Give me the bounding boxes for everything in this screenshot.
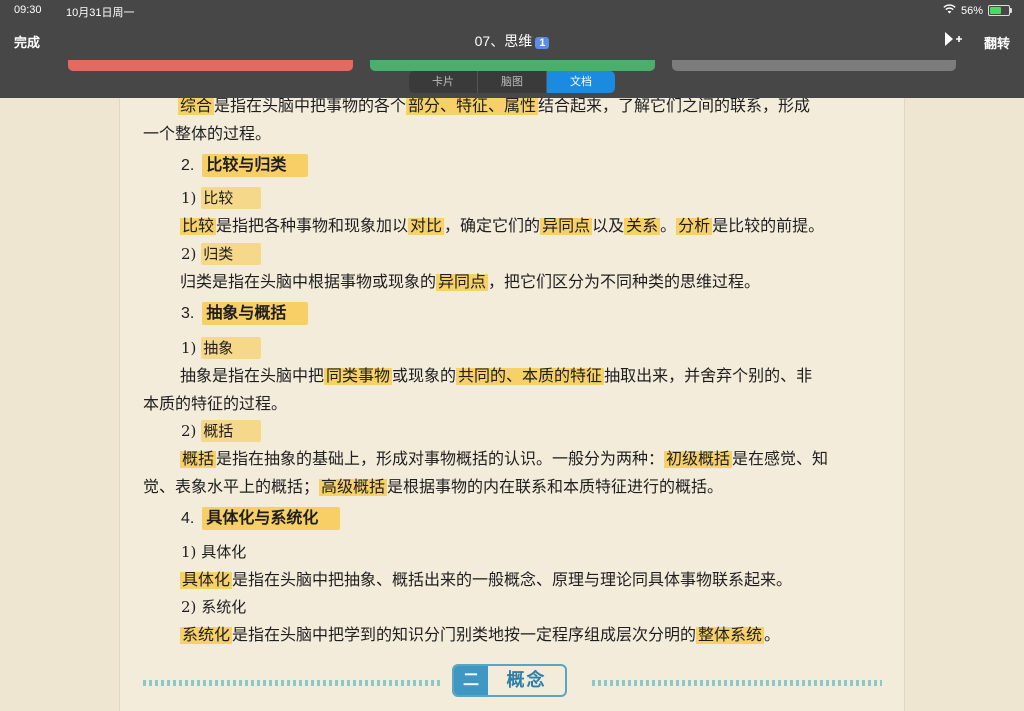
sub-generalize: 2) 概括: [181, 420, 262, 442]
sub-concretize: 1) 具体化: [181, 541, 246, 563]
tab-document[interactable]: 文档: [547, 71, 615, 93]
generalize-definition-2: 觉、表象水平上的概括； 高级概括 是根据事物的内在联系和本质特征进行的概括。: [143, 476, 723, 498]
status-bar: 09:30 10月31日周一 56%: [14, 4, 1012, 20]
status-right: 56%: [943, 4, 1012, 17]
sub-number: 2): [181, 598, 197, 616]
hl: 分析: [676, 216, 713, 235]
hl-synthesis: 综合: [178, 96, 215, 115]
text-seg: 是根据事物的内在联系和本质特征进行的概括。: [387, 477, 724, 496]
hl: 对比: [408, 216, 445, 235]
heading-text: 比较与归类: [202, 154, 309, 177]
sub-systematize: 2) 系统化: [181, 596, 246, 618]
tab-cards[interactable]: 卡片: [409, 71, 478, 93]
text-seg: 或现象的: [392, 366, 457, 385]
nav-row: 完成 07、思维 1 翻转: [0, 30, 1024, 52]
hl: 高级概括: [319, 477, 388, 496]
heading-abstract-generalize: 3. 抽象与概括: [181, 302, 309, 325]
title-number-badge: 1: [535, 37, 550, 49]
hl: 异同点: [540, 216, 593, 235]
top-toolbar: 09:30 10月31日周一 56% 完成 07、思维 1 翻转 卡片 脑图 文档: [0, 0, 1024, 98]
status-date: 10月31日周一: [66, 7, 135, 19]
sub-text: 具体化: [201, 543, 247, 561]
sub-compare: 1) 比较: [181, 187, 262, 209]
text-seg: 以及: [592, 216, 625, 235]
sub-text: 系统化: [201, 598, 247, 616]
generalize-definition-1: 概括 是指在抽象的基础上，形成对事物概括的认识。一般分为两种： 初级概括 是在感觉、知: [180, 448, 828, 470]
text-seg: 是指在头脑中把事物的各个: [214, 96, 407, 115]
hl: 同类事物: [324, 366, 393, 385]
synthesis-line-2: 一个整体的过程。: [143, 124, 272, 143]
abstract-definition-1: 抽象是指在头脑中把 同类事物 或现象的 共同的、本质的特征 抽取出来，并舍弃个别的、非: [180, 365, 812, 387]
heading-text: 抽象与概括: [202, 302, 309, 325]
hl: 共同的、本质的特征: [456, 366, 605, 385]
heading-number: 4.: [181, 510, 195, 527]
card-bar-red[interactable]: [68, 60, 353, 71]
hl: 整体系统: [696, 625, 765, 644]
text-seg: 是指在头脑中把抽象、概括出来的一般概念、原理与理论同具体事物联系起来。: [232, 570, 793, 589]
share-user-icon[interactable]: [944, 31, 962, 50]
wifi-icon: [943, 4, 956, 17]
hl: 具体化: [180, 570, 233, 589]
section-heading-concept: 二 概念: [452, 664, 567, 697]
sub-abstract: 1) 抽象: [181, 337, 262, 359]
sub-number: 2): [181, 245, 197, 263]
text-seg: 是比较的前提。: [712, 216, 825, 235]
compare-definition: 比较 是指把各种事物和现象加以 对比 ，确定它们的 异同点 以及 关系。分析 是比较的前提。: [180, 215, 824, 237]
sub-number: 1): [181, 339, 197, 357]
tab-mindmap[interactable]: 脑图: [478, 71, 547, 93]
text-seg: 。: [764, 625, 781, 644]
text-seg: 是指在头脑中把学到的知识分门别类地按一定程序组成层次分明的: [232, 625, 697, 644]
section-title: 概念: [506, 670, 547, 690]
sub-number: 1): [181, 543, 197, 561]
section-number: 二: [454, 666, 488, 695]
text-seg: 抽取出来，并舍弃个别的、非: [604, 366, 813, 385]
sub-text: 概括: [201, 420, 262, 442]
sub-text: 抽象: [201, 337, 262, 359]
synthesis-line-1: 综合 是指在头脑中把事物的各个 部分、特征、属性 结合起来，了解它们之间的联系，形成: [178, 95, 810, 117]
text-seg: 结合起来，了解它们之间的联系，形成: [538, 96, 811, 115]
hl: 概括: [180, 449, 217, 468]
battery-percent: 56%: [960, 4, 983, 17]
text-seg: 是指在抽象的基础上，形成对事物概括的认识。一般分为两种：: [216, 449, 665, 468]
classify-definition: 归类是指在头脑中根据事物或现象的 异同点 ，把它们区分为不同种类的思维过程。: [180, 271, 760, 293]
hl: 系统化: [180, 625, 233, 644]
hl: 初级概括: [664, 449, 733, 468]
heading-number: 3.: [181, 305, 195, 322]
text-seg: 觉、表象水平上的概括；: [143, 477, 320, 496]
heading-concretize-systematize: 4. 具体化与系统化: [181, 507, 341, 530]
text-seg: ，把它们区分为不同种类的思维过程。: [488, 272, 761, 291]
hl: 关系: [624, 216, 661, 235]
text-seg: 是指把各种事物和现象加以: [216, 216, 409, 235]
heading-text: 具体化与系统化: [202, 507, 341, 530]
concretize-definition: 具体化 是指在头脑中把抽象、概括出来的一般概念、原理与理论同具体事物联系起来。: [180, 569, 792, 591]
sub-number: 2): [181, 422, 197, 440]
page-title: 07、思维 1: [0, 31, 1024, 51]
page-title-text: 07、思维: [474, 33, 533, 49]
text-seg: 抽象是指在头脑中把: [180, 366, 325, 385]
view-mode-segmented-control: 卡片 脑图 文档: [409, 71, 615, 93]
heading-compare-classify: 2. 比较与归类: [181, 154, 309, 177]
divider-wave-right: [592, 680, 882, 686]
text-seg: 。: [660, 216, 677, 235]
text-seg: 是在感觉、知: [732, 449, 829, 468]
abstract-definition-2: 本质的特征的过程。: [143, 394, 288, 413]
card-bar-gray[interactable]: [672, 60, 956, 71]
sub-classify: 2) 归类: [181, 243, 262, 265]
battery-icon: [988, 5, 1012, 16]
text-seg: 归类是指在头脑中根据事物或现象的: [180, 272, 437, 291]
sub-number: 1): [181, 189, 197, 207]
flip-button[interactable]: 翻转: [984, 33, 1010, 52]
text-seg: ，确定它们的: [444, 216, 541, 235]
divider-wave-left: [143, 680, 441, 686]
hl: 比较: [180, 216, 217, 235]
sub-text: 比较: [201, 187, 262, 209]
sub-text: 归类: [201, 243, 262, 265]
card-bar-green[interactable]: [370, 60, 655, 71]
systematize-definition: 系统化 是指在头脑中把学到的知识分门别类地按一定程序组成层次分明的 整体系统。: [180, 624, 780, 646]
hl: 异同点: [436, 272, 489, 291]
status-time: 09:30: [14, 4, 42, 16]
heading-number: 2.: [181, 157, 195, 174]
hl-parts: 部分、特征、属性: [406, 96, 539, 115]
